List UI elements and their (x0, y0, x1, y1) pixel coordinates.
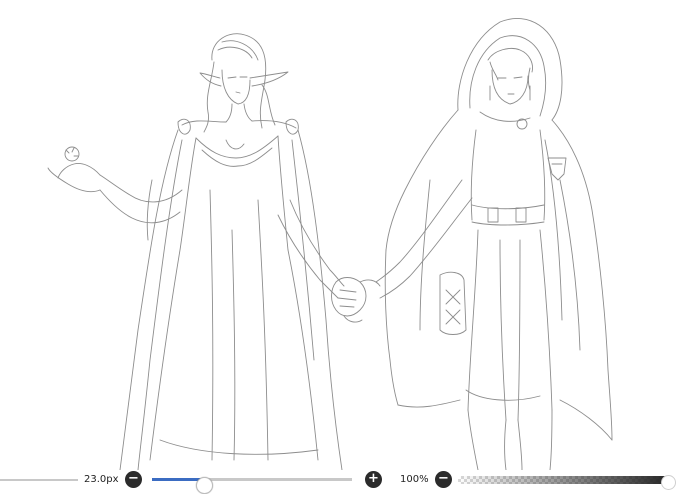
drawing-canvas[interactable] (0, 0, 680, 470)
brush-size-slider-thumb[interactable] (195, 477, 213, 494)
figure-left-sketch (47, 33, 345, 470)
opacity-value: 100% (400, 474, 429, 485)
brush-size-increase-button[interactable]: + (365, 471, 382, 488)
brush-size-decrease-button[interactable]: − (125, 471, 142, 488)
opacity-slider[interactable] (458, 475, 676, 490)
brush-size-value: 23.0px (84, 474, 119, 485)
figure-right-sketch (375, 18, 613, 470)
clasped-hands-sketch (331, 277, 381, 323)
minus-icon: − (438, 471, 449, 486)
toolbar-edge-track (0, 479, 78, 481)
opacity-decrease-button[interactable]: − (435, 471, 452, 488)
plus-icon: + (368, 471, 379, 486)
minus-icon: − (128, 471, 139, 486)
brush-size-slider[interactable] (152, 477, 352, 494)
brush-toolbar: 23.0px − + 100% − (0, 471, 680, 494)
